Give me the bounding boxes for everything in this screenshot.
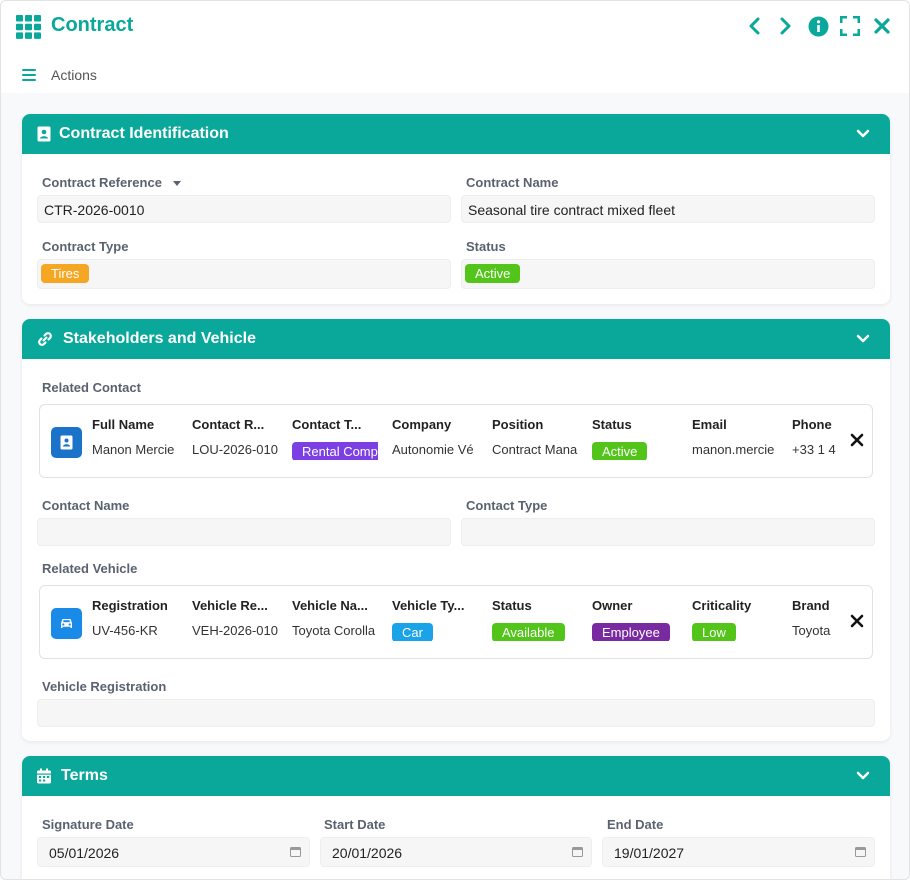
vehicle-registration-label: Vehicle Registration (42, 679, 167, 694)
signature-date-label: Signature Date (42, 817, 134, 832)
vehicle-col-reference: Vehicle Re... VEH-2026-010 (192, 598, 278, 638)
action-bar: Actions (1, 53, 909, 93)
chevron-right-icon[interactable] (775, 15, 797, 37)
contact-col-type: Contact T... Rental Comp (292, 417, 378, 460)
start-date-field[interactable]: 20/01/2026 (320, 837, 592, 867)
terms-section: Terms Signature Date 05/01/2026 Start Da… (22, 756, 890, 879)
vehicle-col-type: Vehicle Ty... Car (392, 598, 465, 641)
section-title: Contract Identification (59, 125, 229, 142)
contact-type-field[interactable] (461, 518, 875, 546)
section-header[interactable]: Stakeholders and Vehicle (22, 319, 890, 359)
vehicle-col-name: Vehicle Na... Toyota Corolla (292, 598, 376, 638)
contract-type-field[interactable]: Tires (37, 259, 451, 289)
caret-down-icon[interactable] (172, 180, 182, 188)
calendar-icon[interactable] (855, 846, 866, 857)
contact-col-email: Email manon.mercie (692, 417, 775, 457)
chevron-down-icon[interactable] (856, 769, 870, 783)
info-icon[interactable] (807, 15, 829, 37)
section-title: Terms (61, 767, 108, 784)
contact-status-badge: Active (592, 442, 648, 460)
vehicle-col-registration: Registration UV-456-KR (92, 598, 168, 638)
signature-date-value: 05/01/2026 (49, 845, 120, 861)
contract-type-label: Contract Type (42, 239, 129, 254)
remove-vehicle-icon[interactable] (850, 614, 864, 628)
calendar-icon[interactable] (572, 846, 583, 857)
related-contact-record[interactable]: Full Name Manon Mercie Contact R... LOU-… (39, 404, 873, 478)
close-icon[interactable] (871, 15, 893, 37)
status-field[interactable]: Active (461, 259, 875, 289)
related-contact-label: Related Contact (42, 380, 141, 395)
vehicle-col-criticality: Criticality Low (692, 598, 752, 641)
chevron-left-icon[interactable] (743, 15, 765, 37)
title-bar: Contract (1, 1, 909, 53)
contact-name-label: Contact Name (42, 498, 130, 513)
contract-identification-section: Contract Identification Contract Referen… (22, 114, 890, 304)
calendar-icon[interactable] (290, 846, 301, 857)
start-date-label: Start Date (324, 817, 386, 832)
vehicle-registration-field[interactable] (37, 699, 875, 727)
contact-type-label: Contact Type (466, 498, 548, 513)
contact-col-reference: Contact R... LOU-2026-010 (192, 417, 278, 457)
contract-name-field[interactable]: Seasonal tire contract mixed fleet (461, 195, 875, 223)
contract-reference-label: Contract Reference (42, 175, 182, 190)
remove-contact-icon[interactable] (850, 433, 864, 447)
end-date-label: End Date (607, 817, 664, 832)
chevron-down-icon[interactable] (856, 127, 870, 141)
contract-type-badge: Tires (41, 264, 90, 283)
contact-col-phone: Phone +33 1 4 (792, 417, 836, 457)
section-title: Stakeholders and Vehicle (63, 330, 256, 347)
end-date-field[interactable]: 19/01/2027 (602, 837, 875, 867)
vehicle-col-status: Status Available (492, 598, 578, 641)
vehicle-col-owner: Owner Employee (592, 598, 678, 641)
contact-col-status: Status Active (592, 417, 678, 460)
related-vehicle-label: Related Vehicle (42, 561, 138, 576)
vehicle-col-brand: Brand Toyota (792, 598, 831, 638)
status-label: Status (466, 239, 506, 254)
vehicle-criticality-badge: Low (692, 623, 736, 641)
chevron-down-icon[interactable] (856, 332, 870, 346)
vehicle-status-badge: Available (492, 623, 565, 641)
window-controls (743, 15, 893, 37)
vehicle-type-badge: Car (392, 623, 433, 641)
stakeholders-vehicle-section: Stakeholders and Vehicle Related Contact… (22, 319, 890, 741)
end-date-value: 19/01/2027 (614, 845, 685, 861)
section-header[interactable]: Terms (22, 756, 890, 796)
contract-reference-field[interactable]: CTR-2026-0010 (37, 195, 451, 223)
expand-icon[interactable] (839, 15, 861, 37)
related-vehicle-record[interactable]: Registration UV-456-KR Vehicle Re... VEH… (39, 585, 873, 659)
contact-col-position: Position Contract Mana (492, 417, 578, 457)
contact-card-icon (51, 427, 82, 458)
contact-col-company: Company Autonomie Vé (392, 417, 474, 457)
page-title: Contract (51, 14, 134, 36)
contact-name-field[interactable] (37, 518, 451, 546)
start-date-value: 20/01/2026 (332, 845, 403, 861)
grid-icon[interactable] (16, 15, 41, 39)
signature-date-field[interactable]: 05/01/2026 (37, 837, 310, 867)
link-icon (38, 332, 52, 346)
status-badge: Active (465, 264, 521, 283)
actions-menu[interactable]: Actions (51, 67, 97, 83)
contact-type-badge: Rental Comp (292, 442, 378, 460)
contact-col-full-name: Full Name Manon Mercie (92, 417, 175, 457)
vehicle-owner-badge: Employee (592, 623, 670, 641)
section-header[interactable]: Contract Identification (22, 114, 890, 154)
menu-icon[interactable] (22, 69, 36, 81)
calendar-icon (37, 768, 51, 784)
id-card-icon (37, 126, 51, 142)
contract-name-label: Contract Name (466, 175, 559, 190)
contract-window: Contract Actions Contract Identification… (0, 0, 910, 880)
car-icon (51, 608, 82, 639)
